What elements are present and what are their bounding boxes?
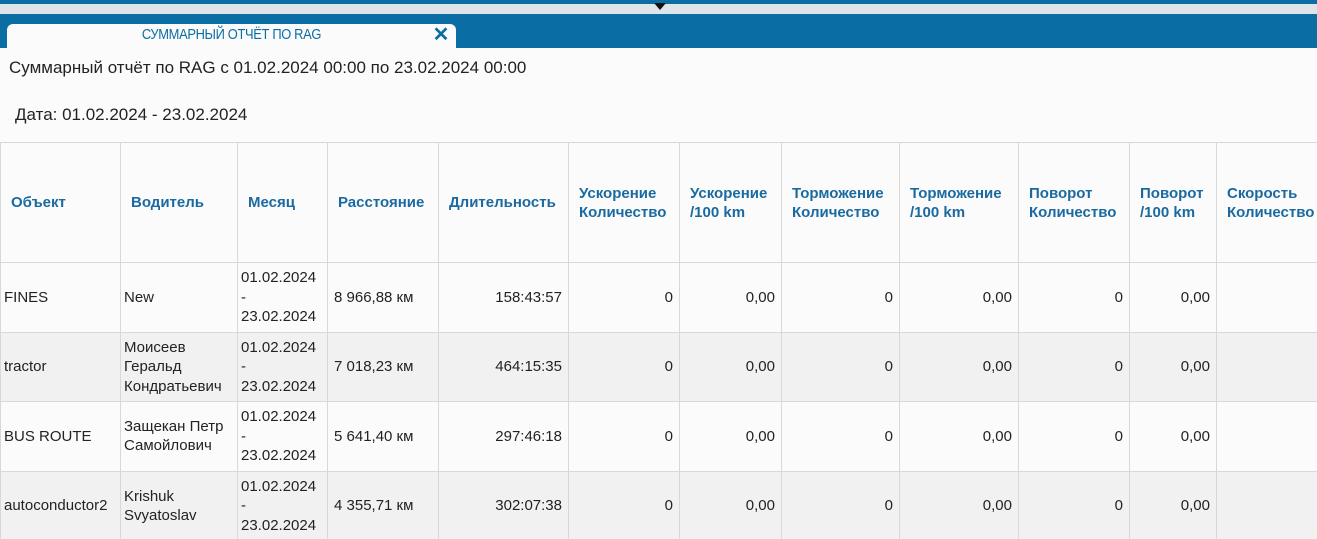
cell-object: FINES: [0, 262, 121, 333]
table-row[interactable]: tractor Моисеев Геральд Кондратьевич 01.…: [0, 331, 1317, 403]
cell-brake-count: 0: [781, 331, 900, 403]
cell-distance: 5 641,40 км: [327, 401, 439, 472]
cell-accel-count: 0: [568, 331, 680, 403]
cell-turn-count: 0: [1018, 331, 1130, 403]
report-table: Объект Водитель Месяц Расстояние Длитель…: [0, 142, 1317, 539]
cell-duration: 464:15:35: [438, 331, 569, 403]
cell-month: 01.02.2024 - 23.02.2024: [237, 331, 328, 403]
cell-brake-per100: 0,00: [899, 331, 1019, 403]
cell-turn-per100: 0,00: [1129, 262, 1217, 333]
cell-object: tractor: [0, 331, 121, 403]
close-icon[interactable]: ✕: [432, 24, 450, 46]
cell-accel-per100: 0,00: [679, 401, 782, 472]
cell-month: 01.02.2024 - 23.02.2024: [237, 262, 328, 333]
cell-driver: Моисеев Геральд Кондратьевич: [120, 331, 238, 403]
table-row[interactable]: FINES New 01.02.2024 - 23.02.2024 8 966,…: [0, 262, 1317, 333]
table-row[interactable]: autoconductor2 Krishuk Svyatoslav 01.02.…: [0, 470, 1317, 539]
collapse-arrow-icon[interactable]: [654, 3, 666, 10]
tab-report[interactable]: СУММАРНЫЙ ОТЧЁТ ПО RAG ✕: [7, 24, 456, 48]
cell-brake-count: 0: [781, 470, 900, 539]
cell-object: autoconductor2: [0, 470, 121, 539]
cell-turn-count: 0: [1018, 470, 1130, 539]
cell-brake-per100: 0,00: [899, 470, 1019, 539]
cell-driver: Защекан Петр Самойлович: [120, 401, 238, 472]
cell-speed-count: 0: [1216, 331, 1317, 403]
cell-brake-per100: 0,00: [899, 401, 1019, 472]
cell-driver: New: [120, 262, 238, 333]
tab-title: СУММАРНЫЙ ОТЧЁТ ПО RAG: [141, 26, 322, 43]
cell-accel-count: 0: [568, 470, 680, 539]
cell-duration: 158:43:57: [438, 262, 569, 333]
cell-brake-per100: 0,00: [899, 262, 1019, 333]
column-header[interactable]: Скорость Количество: [1216, 142, 1317, 263]
cell-accel-per100: 0,00: [679, 262, 782, 333]
cell-accel-count: 0: [568, 262, 680, 333]
cell-speed-count: 0: [1216, 262, 1317, 333]
cell-month: 01.02.2024 - 23.02.2024: [237, 401, 328, 472]
cell-turn-per100: 0,00: [1129, 470, 1217, 539]
report-table-container: Объект Водитель Месяц Расстояние Длитель…: [0, 142, 1317, 539]
cell-turn-count: 0: [1018, 262, 1130, 333]
column-header[interactable]: Торможение Количество: [781, 142, 900, 263]
cell-distance: 7 018,23 км: [327, 331, 439, 403]
cell-turn-per100: 0,00: [1129, 401, 1217, 472]
column-header[interactable]: Объект: [0, 142, 121, 263]
cell-distance: 8 966,88 км: [327, 262, 439, 333]
column-header[interactable]: Торможение /100 km: [899, 142, 1019, 263]
column-header[interactable]: Расстояние: [327, 142, 439, 263]
table-row[interactable]: BUS ROUTE Защекан Петр Самойлович 01.02.…: [0, 401, 1317, 472]
cell-speed-count: 0: [1216, 470, 1317, 539]
column-header[interactable]: Ускорение Количество: [568, 142, 680, 263]
column-header[interactable]: Поворот Количество: [1018, 142, 1130, 263]
column-header[interactable]: Водитель: [120, 142, 238, 263]
cell-driver: Krishuk Svyatoslav: [120, 470, 238, 539]
cell-month: 01.02.2024 - 23.02.2024: [237, 470, 328, 539]
header-row: Объект Водитель Месяц Расстояние Длитель…: [0, 142, 1317, 263]
date-range: Дата: 01.02.2024 - 23.02.2024: [15, 105, 248, 124]
cell-accel-per100: 0,00: [679, 331, 782, 403]
cell-distance: 4 355,71 км: [327, 470, 439, 539]
cell-object: BUS ROUTE: [0, 401, 121, 472]
cell-accel-count: 0: [568, 401, 680, 472]
column-header[interactable]: Ускорение /100 km: [679, 142, 782, 263]
cell-duration: 297:46:18: [438, 401, 569, 472]
column-header[interactable]: Месяц: [237, 142, 328, 263]
cell-brake-count: 0: [781, 401, 900, 472]
cell-duration: 302:07:38: [438, 470, 569, 539]
cell-turn-count: 0: [1018, 401, 1130, 472]
cell-turn-per100: 0,00: [1129, 331, 1217, 403]
column-header[interactable]: Поворот /100 km: [1129, 142, 1217, 263]
report-title: Суммарный отчёт по RAG с 01.02.2024 00:0…: [9, 58, 527, 77]
column-header[interactable]: Длительность: [438, 142, 569, 263]
cell-brake-count: 0: [781, 262, 900, 333]
cell-accel-per100: 0,00: [679, 470, 782, 539]
cell-speed-count: 0: [1216, 401, 1317, 472]
